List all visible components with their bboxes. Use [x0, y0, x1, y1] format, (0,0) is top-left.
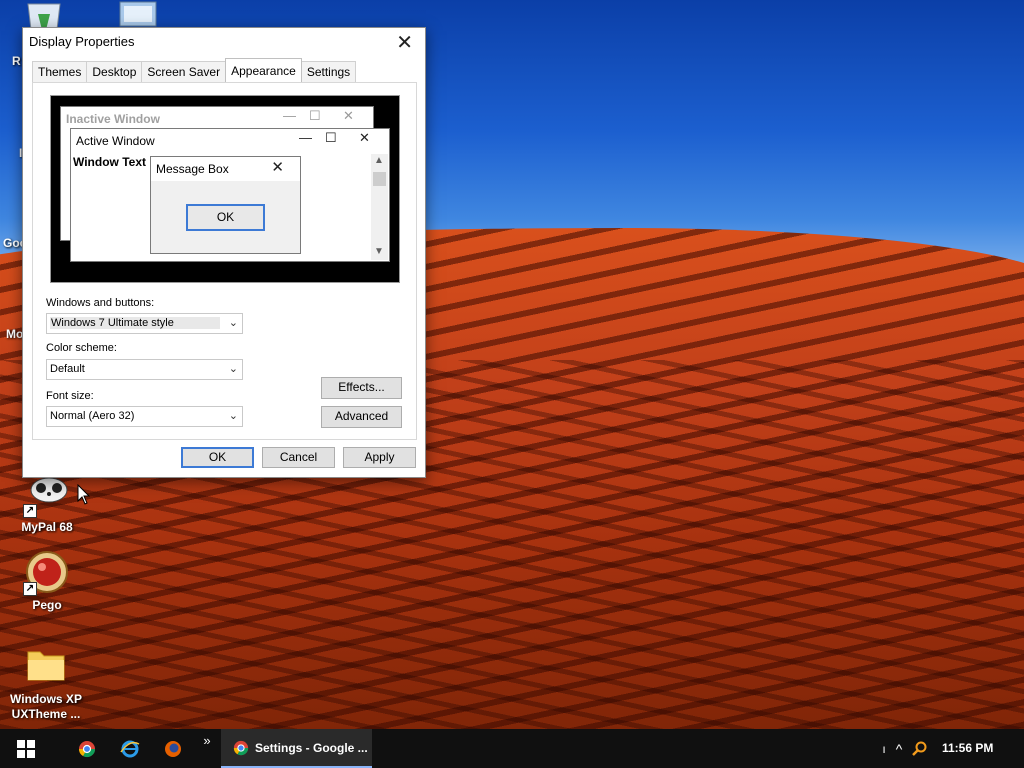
mypal-icon: ↗ — [23, 472, 69, 518]
chevron-down-icon: ⌄ — [228, 317, 238, 329]
windows-buttons-value: Windows 7 Ultimate style — [50, 317, 220, 329]
chevron-down-icon: ⌄ — [228, 363, 238, 375]
desktop-label-partial-1: R — [12, 54, 21, 68]
chevron-down-icon: ⌄ — [228, 410, 238, 422]
tab-desktop[interactable]: Desktop — [86, 61, 143, 82]
firefox-taskbar-button[interactable] — [158, 729, 188, 768]
tab-appearance[interactable]: Appearance — [225, 58, 302, 82]
effects-button[interactable]: Effects... — [321, 377, 402, 399]
tab-screen-saver[interactable]: Screen Saver — [141, 61, 227, 82]
cancel-button[interactable]: Cancel — [262, 447, 335, 468]
chrome-icon — [233, 740, 249, 755]
shortcut-arrow-icon: ↗ — [23, 504, 37, 518]
desktop-icon-label: Windows XP UXTheme ... — [10, 692, 82, 721]
maximize-icon: ☐ — [325, 130, 337, 145]
taskbar-overflow-chevron[interactable]: » — [198, 729, 216, 751]
close-icon: ✕ — [271, 159, 284, 176]
windows-buttons-select[interactable]: Windows 7 Ultimate style ⌄ — [46, 313, 243, 334]
windows-buttons-label: Windows and buttons: — [46, 297, 155, 309]
desktop-label-partial-4: Mo — [6, 327, 24, 341]
maximize-icon: ☐ — [309, 108, 321, 123]
preview-window-text: Window Text — [73, 155, 146, 169]
desktop-icon-label: MyPal 68 — [21, 520, 73, 534]
start-button[interactable] — [0, 729, 52, 768]
shortcut-arrow-icon: ↗ — [23, 582, 37, 596]
chevron-down-icon: ▼ — [374, 246, 384, 257]
desktop-icon-label: Pego — [32, 598, 62, 612]
apply-button[interactable]: Apply — [343, 447, 416, 468]
preview-scrollbar: ▲ ▼ — [371, 154, 388, 260]
preview-inactive-title: Inactive Window — [66, 112, 160, 126]
desktop-icon-uxtheme-folder[interactable]: Windows XP UXTheme ... — [1, 644, 91, 722]
taskbar-app-settings-chrome[interactable]: Settings - Google ... — [221, 729, 372, 768]
color-scheme-value: Default — [50, 363, 85, 375]
font-size-value: Normal (Aero 32) — [50, 410, 135, 422]
taskbar-clock[interactable]: 11:56 PM — [942, 741, 993, 755]
preview-ok-button: OK — [186, 204, 265, 231]
tray-text: ı — [882, 741, 886, 756]
chrome-icon — [78, 740, 96, 757]
preview-active-title: Active Window — [76, 134, 155, 148]
close-icon: ✕ — [359, 130, 370, 145]
taskbar-app-label: Settings - Google ... — [255, 740, 368, 755]
appearance-panel: Inactive Window — ☐ ✕ Active Window — ☐ … — [32, 82, 417, 440]
taskbar: » Settings - Google ... ı ^ 11:56 PM — [0, 729, 1024, 768]
firefox-icon — [165, 740, 181, 757]
windows-logo-icon — [17, 739, 35, 758]
tab-settings[interactable]: Settings — [300, 61, 357, 82]
ie-taskbar-button[interactable] — [115, 729, 145, 768]
display-properties-dialog: Display Properties ✕ Themes Desktop Scre… — [22, 27, 426, 478]
tray-chevron-up-icon[interactable]: ^ — [890, 729, 908, 768]
tab-strip: Themes Desktop Screen Saver Appearance S… — [32, 58, 357, 83]
minimize-icon: — — [283, 108, 296, 123]
close-icon[interactable]: ✕ — [396, 30, 413, 55]
folder-icon — [24, 644, 68, 688]
preview-message-box: Message Box ✕ OK — [150, 156, 301, 254]
color-scheme-select[interactable]: Default ⌄ — [46, 359, 243, 380]
ok-button[interactable]: OK — [181, 447, 254, 468]
desktop-icon-pego[interactable]: ↗ Pego — [2, 550, 92, 612]
chevron-up-icon: ▲ — [374, 155, 384, 166]
dialog-title: Display Properties — [29, 34, 135, 49]
font-size-select[interactable]: Normal (Aero 32) ⌄ — [46, 406, 243, 427]
internet-explorer-icon — [120, 740, 140, 757]
minimize-icon: — — [299, 130, 312, 145]
tab-themes[interactable]: Themes — [32, 61, 88, 82]
preview-scrollbar-thumb — [373, 172, 386, 186]
tray-search-icon[interactable] — [909, 729, 929, 768]
preview-active-window: Active Window — ☐ ✕ Window Text ▲ ▼ Mess… — [70, 128, 390, 262]
appearance-preview: Inactive Window — ☐ ✕ Active Window — ☐ … — [50, 95, 400, 283]
color-scheme-label: Color scheme: — [46, 342, 117, 354]
close-icon: ✕ — [343, 108, 354, 123]
chrome-taskbar-button[interactable] — [72, 729, 102, 768]
pego-icon: ↗ — [23, 550, 69, 596]
advanced-button[interactable]: Advanced — [321, 406, 402, 428]
font-size-label: Font size: — [46, 390, 94, 402]
